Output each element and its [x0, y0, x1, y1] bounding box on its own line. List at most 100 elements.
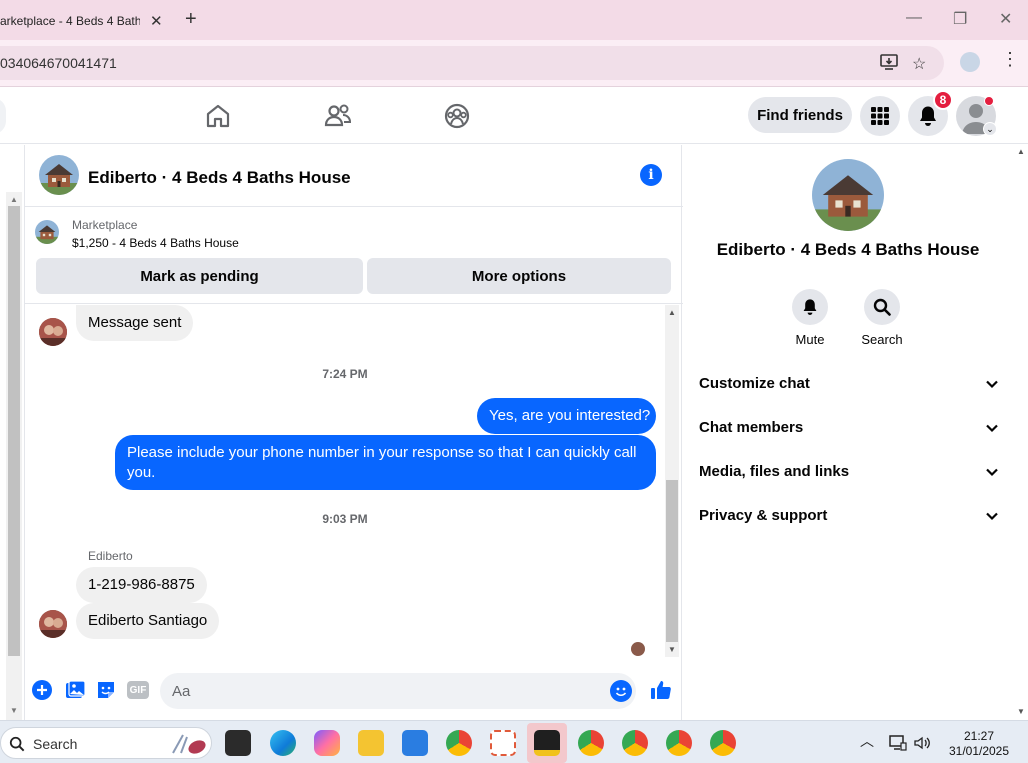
more-options-button[interactable]: More options [367, 258, 671, 294]
file-explorer-icon[interactable] [358, 730, 384, 756]
chat-info-panel: Ediberto · 4 Beds 4 Baths House Mute Sea… [683, 145, 1013, 720]
friends-icon[interactable] [322, 100, 354, 132]
gif-icon[interactable]: GIF [127, 681, 149, 699]
scroll-up-arrow-icon[interactable]: ▲ [10, 195, 18, 204]
install-app-icon[interactable] [880, 54, 898, 75]
edge-browser-icon[interactable] [270, 730, 296, 756]
sender-avatar[interactable] [39, 318, 67, 346]
scroll-up-arrow-icon[interactable]: ▲ [668, 308, 676, 317]
sender-avatar[interactable] [39, 610, 67, 638]
listing-price-title[interactable]: $1,250 - 4 Beds 4 Baths House [72, 236, 239, 250]
page-scrollbar[interactable]: ▲ ▼ [6, 192, 22, 720]
message-bubble-incoming[interactable]: Ediberto Santiago [76, 603, 220, 639]
taskbar-search[interactable]: Search [0, 727, 212, 759]
chevron-down-icon[interactable]: ⌄ [983, 122, 997, 136]
message-bubble-incoming[interactable]: 1-219-986-8875 [76, 567, 207, 603]
task-view-icon[interactable] [225, 730, 251, 756]
restore-icon[interactable]: ❐ [953, 9, 967, 29]
clock-date: 31/01/2025 [948, 744, 1010, 758]
mute-label: Mute [795, 332, 825, 347]
info-icon[interactable]: i [640, 164, 662, 186]
chrome-profile-icon[interactable] [578, 730, 604, 756]
chat-members-row[interactable]: Chat members [699, 419, 999, 447]
search-label: Search [861, 332, 903, 347]
chevron-up-icon[interactable]: ︿ [860, 731, 874, 751]
media-files-links-row[interactable]: Media, files and links [699, 463, 999, 491]
message-composer: GIF [25, 667, 683, 717]
system-clock[interactable]: 21:27 31/01/2025 [948, 729, 1010, 759]
find-friends-button[interactable]: Find friends [748, 97, 852, 133]
browser-profile-avatar[interactable] [960, 52, 980, 72]
facebook-search-box[interactable] [0, 98, 6, 134]
read-receipt-avatar [631, 642, 645, 656]
menu-grid-button[interactable] [860, 96, 900, 136]
sticker-icon[interactable] [95, 679, 117, 701]
scroll-down-arrow-icon[interactable]: ▼ [10, 706, 18, 715]
privacy-support-row[interactable]: Privacy & support [699, 507, 999, 535]
row-label: Customize chat [699, 375, 810, 392]
bookmark-star-icon[interactable]: ☆ [912, 54, 926, 74]
omnibox[interactable]: 034064670041471 ☆ [0, 46, 944, 80]
tab-close-icon[interactable]: ✕ [150, 12, 163, 30]
listing-thumbnail[interactable] [35, 220, 59, 244]
customize-chat-row[interactable]: Customize chat [699, 375, 999, 403]
chrome-profile-icon[interactable] [666, 730, 692, 756]
taskbar-search-placeholder: Search [33, 736, 78, 752]
sender-name: Ediberto [88, 549, 133, 563]
row-label: Media, files and links [699, 463, 850, 480]
smiley-face-icon [615, 687, 627, 697]
scroll-down-arrow-icon[interactable]: ▼ [1017, 707, 1025, 716]
copilot-icon[interactable] [314, 730, 340, 756]
message-bubble-incoming[interactable]: Message sent [76, 305, 194, 341]
minimize-icon[interactable]: — [906, 9, 922, 27]
message-scrollbar[interactable]: ▲ ▼ [665, 305, 679, 657]
window-close-icon[interactable]: ✕ [999, 9, 1012, 29]
browser-tab[interactable]: arketplace - 4 Beds 4 Bath ✕ [0, 6, 172, 40]
thumbs-up-icon[interactable] [649, 678, 673, 702]
chat-avatar[interactable] [39, 155, 79, 195]
page-scrollbar-thumb[interactable] [8, 206, 20, 656]
chevron-down-icon [986, 380, 998, 389]
chevron-down-icon [986, 468, 998, 477]
sticky-notes-icon[interactable] [534, 730, 560, 756]
photo-icon[interactable] [64, 679, 86, 701]
message-bubble-outgoing[interactable]: Please include your phone number in your… [115, 435, 656, 490]
volume-icon[interactable] [914, 735, 930, 751]
scroll-down-arrow-icon[interactable]: ▼ [668, 645, 676, 654]
rugby-ball-icon [172, 734, 206, 754]
search-icon [9, 736, 25, 752]
chrome-icon[interactable] [446, 730, 472, 756]
mark-as-pending-button[interactable]: Mark as pending [36, 258, 363, 294]
chat-title[interactable]: Ediberto · 4 Beds 4 Baths House [88, 168, 351, 188]
facebook-header: Find friends 8 ⌄ [0, 88, 1028, 144]
home-icon[interactable] [202, 100, 234, 132]
url-text: 034064670041471 [0, 55, 117, 71]
address-bar-row: 034064670041471 ☆ [0, 40, 1028, 87]
tab-title: arketplace - 4 Beds 4 Bath [0, 14, 140, 28]
message-input[interactable] [160, 673, 636, 709]
microsoft-store-icon[interactable] [402, 730, 428, 756]
network-icon[interactable] [889, 735, 907, 751]
search-button[interactable]: Search [852, 289, 912, 347]
snipping-tool-icon[interactable] [490, 730, 516, 756]
scroll-up-arrow-icon[interactable]: ▲ [1017, 147, 1025, 156]
new-tab-button[interactable]: + [185, 8, 197, 31]
browser-menu-icon[interactable]: ⋮ [1001, 49, 1019, 70]
message-scrollbar-thumb[interactable] [666, 480, 678, 642]
message-list: Message sent 7:24 PM Yes, are you intere… [25, 305, 683, 657]
house-photo-icon [39, 155, 79, 195]
panel-scrollbar[interactable]: ▲ ▼ [1013, 145, 1028, 720]
groups-icon[interactable] [441, 100, 473, 132]
chrome-profile-icon[interactable] [622, 730, 648, 756]
chat-window: Ediberto · 4 Beds 4 Baths House i Market… [24, 145, 683, 720]
chrome-profile-icon[interactable] [710, 730, 736, 756]
chat-header: Ediberto · 4 Beds 4 Baths House i [25, 145, 683, 207]
person-photo-icon [39, 318, 67, 346]
emoji-icon[interactable] [610, 680, 632, 702]
panel-title: Ediberto · 4 Beds 4 Baths House [716, 240, 980, 259]
mute-button[interactable]: Mute [780, 289, 840, 347]
plus-circle-icon[interactable] [31, 679, 53, 701]
message-timestamp: 7:24 PM [322, 367, 368, 381]
panel-avatar[interactable] [812, 159, 884, 231]
message-bubble-outgoing[interactable]: Yes, are you interested? [477, 398, 656, 434]
